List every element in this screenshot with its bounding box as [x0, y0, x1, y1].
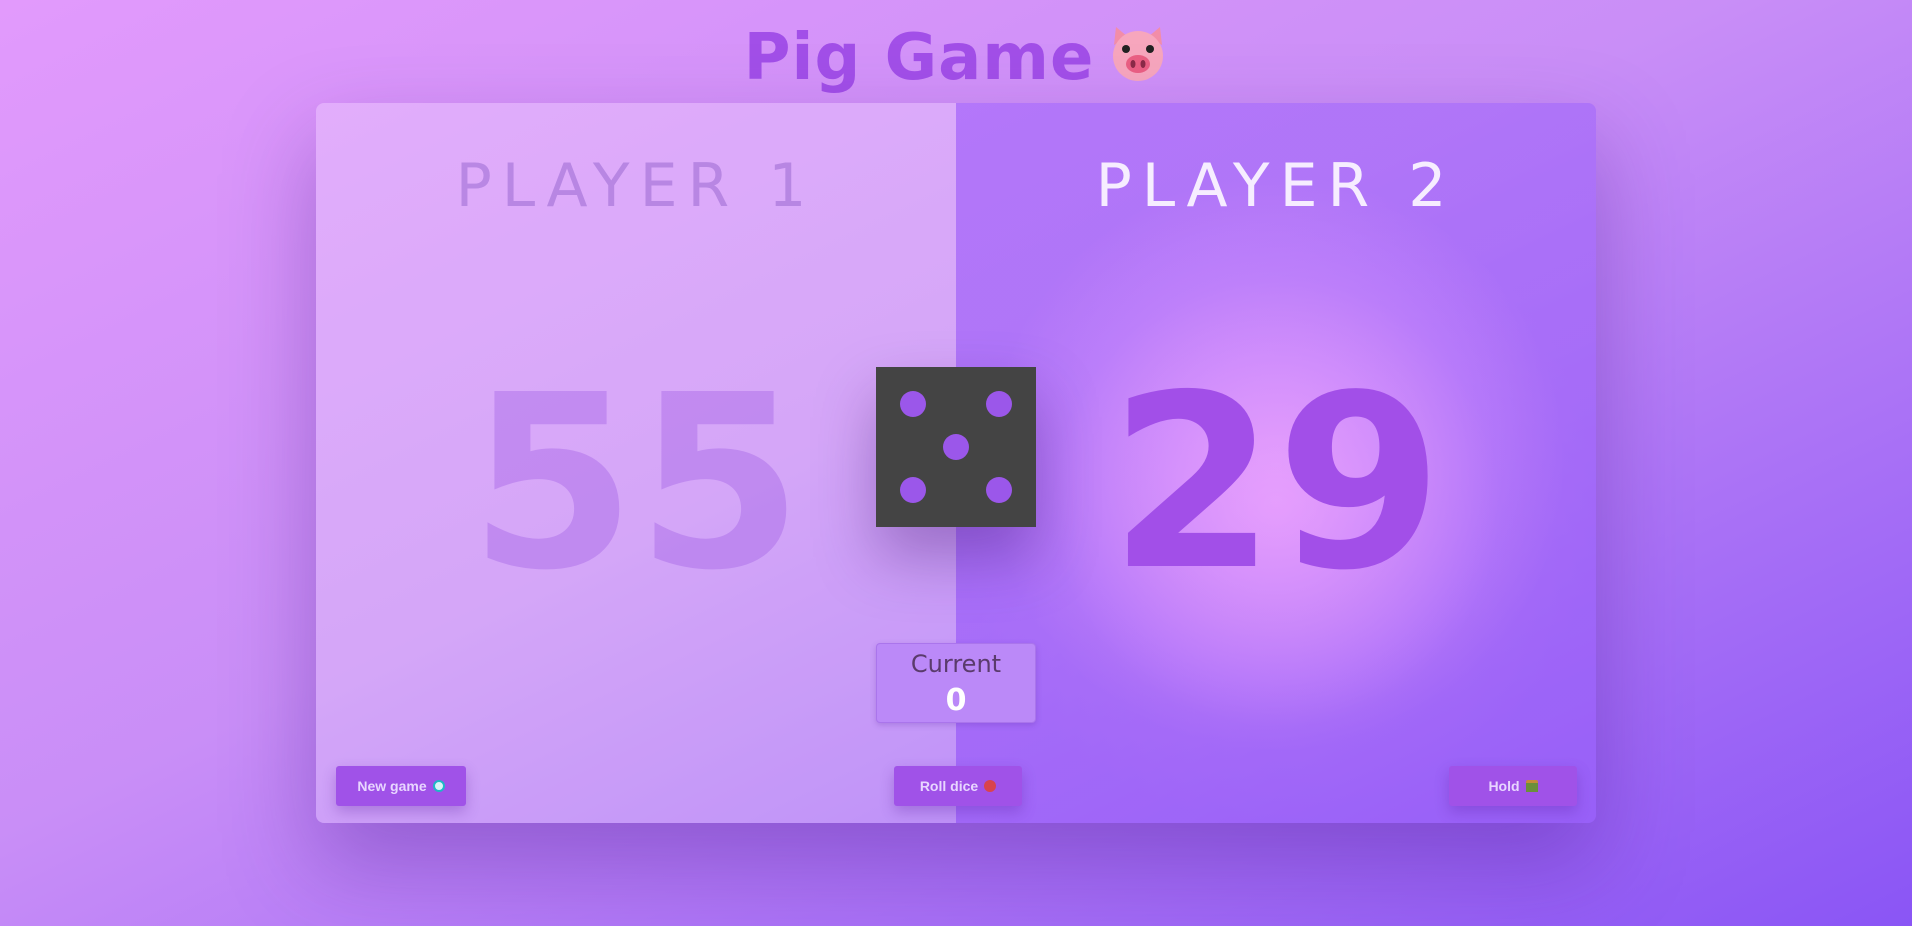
pig-face-icon	[1108, 23, 1168, 100]
inbox-tray-icon	[1525, 780, 1538, 792]
dice-five-icon	[876, 367, 1036, 527]
hold-button[interactable]: Hold	[1449, 766, 1577, 806]
game-board: PLAYER 1 55 PLAYER 2 29 Current 0 New ga…	[316, 103, 1596, 823]
player-1-panel: PLAYER 1 55	[316, 103, 956, 823]
dice-pip	[986, 391, 1012, 417]
refresh-icon	[432, 780, 445, 792]
roll-dice-label: Roll dice	[919, 778, 979, 794]
new-game-label: New game	[357, 778, 427, 794]
player-2-panel: PLAYER 2 29	[956, 103, 1596, 823]
player-2-name: PLAYER 2	[1095, 151, 1457, 221]
player-1-name: PLAYER 1	[455, 151, 817, 221]
hold-label: Hold	[1488, 778, 1520, 794]
dice-pip	[943, 434, 969, 460]
current-label: Current	[910, 650, 1002, 678]
roll-dice-button[interactable]: Roll dice	[894, 766, 1022, 806]
dice-pip	[900, 391, 926, 417]
page-title: Pig Game	[0, 20, 1912, 100]
new-game-button[interactable]: New game	[336, 766, 466, 806]
dice-icon	[984, 780, 997, 792]
title-text: Pig Game	[743, 21, 1095, 95]
current-score-box: Current 0	[876, 643, 1036, 723]
player-1-score: 55	[469, 343, 803, 623]
dice-pip	[986, 477, 1012, 503]
player-2-score: 29	[1109, 343, 1443, 623]
current-score: 0	[945, 683, 967, 718]
dice-pip	[900, 477, 926, 503]
